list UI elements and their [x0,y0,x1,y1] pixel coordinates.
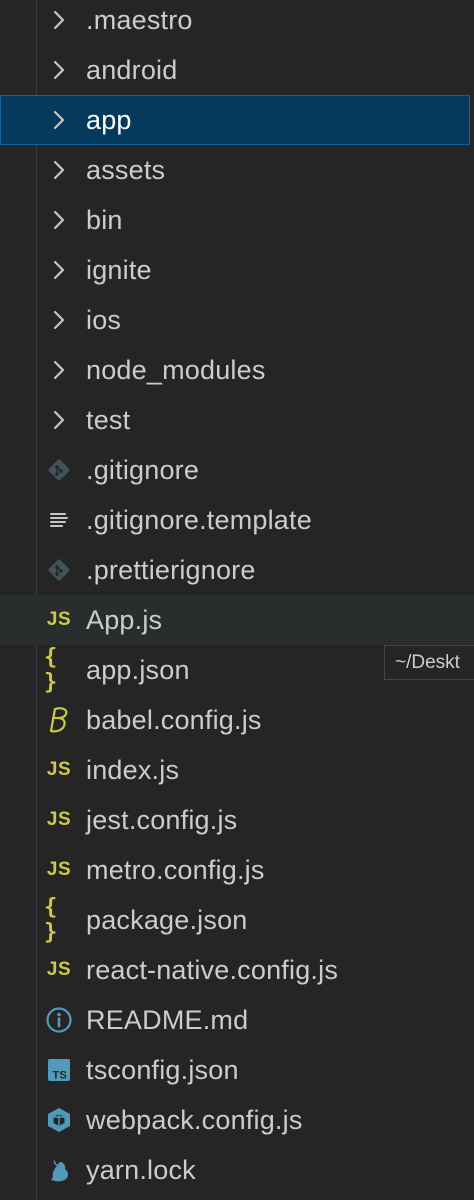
file-item-react-native-config-js[interactable]: JS react-native.config.js [0,945,474,995]
text-lines-icon [44,505,74,535]
folder-label: app [86,104,132,135]
webpack-icon [44,1105,74,1135]
file-item-dot-gitignore[interactable]: .gitignore [0,445,474,495]
folder-item-test[interactable]: test [0,395,474,445]
folder-item-node-modules[interactable]: node_modules [0,345,474,395]
git-file-icon [44,555,74,585]
folder-item-ignite[interactable]: ignite [0,245,474,295]
typescript-icon: TS [44,1055,74,1085]
info-icon [44,1005,74,1035]
svg-text:TS: TS [53,1070,67,1082]
json-braces-icon: { } [44,645,74,695]
file-item-readme-md[interactable]: README.md [0,995,474,1045]
file-label: tsconfig.json [86,1054,239,1085]
folder-item-assets[interactable]: assets [0,145,474,195]
folder-label: node_modules [86,354,266,385]
path-tooltip: ~/Deskt [384,645,474,680]
folder-label: bin [86,204,123,235]
folder-item-dot-maestro[interactable]: .maestro [0,0,474,45]
js-badge: JS [46,859,72,880]
file-label: webpack.config.js [86,1104,303,1135]
folder-item-android[interactable]: android [0,45,474,95]
js-badge: JS [46,959,72,980]
file-label: .prettierignore [86,554,256,585]
git-file-icon [44,455,74,485]
file-label: metro.config.js [86,854,265,885]
file-item-package-json[interactable]: { } package.json [0,895,474,945]
folder-label: ignite [86,254,152,285]
file-item-yarn-lock[interactable]: yarn.lock [0,1145,474,1195]
folder-item-app[interactable]: app [0,95,470,145]
file-label: yarn.lock [86,1154,196,1185]
chevron-right-icon [44,405,74,435]
chevron-right-icon [44,55,74,85]
file-item-metro-config-js[interactable]: JS metro.config.js [0,845,474,895]
json-badge: { } [44,645,59,695]
folder-label: test [86,404,131,435]
file-label: babel.config.js [86,704,262,735]
file-label: jest.config.js [86,804,238,835]
folder-label: android [86,54,178,85]
file-label: README.md [86,1004,249,1035]
js-badge: JS [46,759,72,780]
js-badge: JS [46,809,72,830]
javascript-icon: JS [44,605,74,635]
babel-icon [44,705,74,735]
yarn-icon [44,1155,74,1185]
javascript-icon: JS [44,805,74,835]
file-item-babel-config-js[interactable]: babel.config.js [0,695,474,745]
chevron-right-icon [44,5,74,35]
file-label: package.json [86,904,248,935]
json-braces-icon: { } [44,895,74,945]
file-label: .gitignore.template [86,504,312,535]
js-badge: JS [46,609,72,630]
json-badge: { } [44,895,59,945]
file-item-webpack-config-js[interactable]: webpack.config.js [0,1095,474,1145]
file-label: react-native.config.js [86,954,339,985]
file-item-app-js[interactable]: JS App.js [0,595,474,645]
chevron-right-icon [44,205,74,235]
chevron-right-icon [44,255,74,285]
file-label: app.json [86,654,190,685]
chevron-right-icon [44,355,74,385]
javascript-icon: JS [44,955,74,985]
file-tree: .maestro android app assets bin ignite ios node… [0,0,474,1195]
file-item-dot-prettierignore[interactable]: .prettierignore [0,545,474,595]
file-label: .gitignore [86,454,200,485]
file-item-jest-config-js[interactable]: JS jest.config.js [0,795,474,845]
file-explorer: .maestro android app assets bin ignite ios node… [0,0,474,1200]
chevron-right-icon [44,155,74,185]
javascript-icon: JS [44,855,74,885]
folder-label: ios [86,304,122,335]
chevron-right-icon [44,105,74,135]
file-item-tsconfig-json[interactable]: TS tsconfig.json [0,1045,474,1095]
javascript-icon: JS [44,755,74,785]
folder-item-ios[interactable]: ios [0,295,474,345]
file-item-index-js[interactable]: JS index.js [0,745,474,795]
folder-item-bin[interactable]: bin [0,195,474,245]
chevron-right-icon [44,305,74,335]
file-label: App.js [86,604,163,635]
folder-label: assets [86,154,166,185]
file-label: index.js [86,754,180,785]
file-item-dot-gitignore-template[interactable]: .gitignore.template [0,495,474,545]
folder-label: .maestro [86,4,193,35]
